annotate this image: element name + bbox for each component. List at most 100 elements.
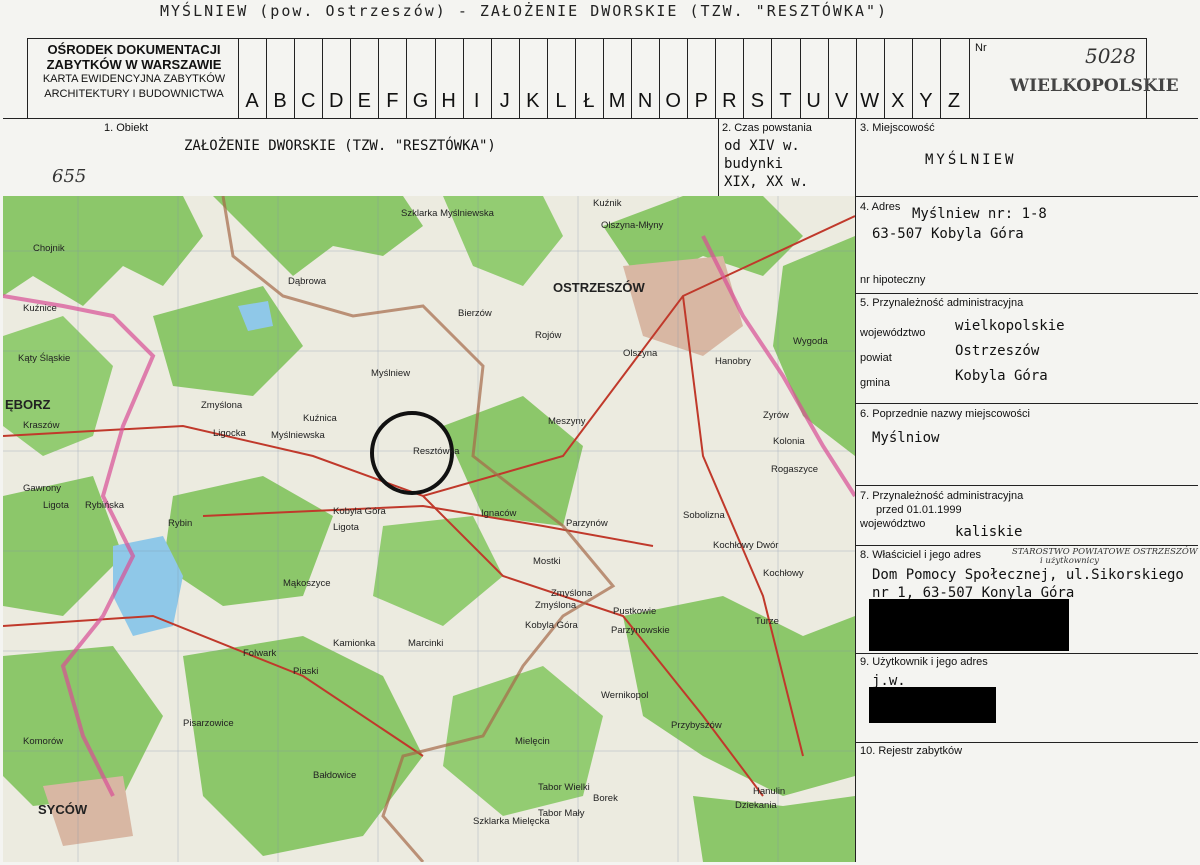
divider-5: [855, 293, 1198, 294]
map-place-label: Ligota: [43, 500, 70, 511]
letter-index-21: V: [834, 90, 849, 112]
letter-index-17: R: [722, 90, 737, 112]
poprzednie-value: Myślniow: [872, 430, 940, 446]
map-place-label: Kochłowy: [763, 568, 804, 579]
map-place-label: Kolonia: [773, 436, 805, 447]
map-place-label: Rojów: [535, 330, 562, 341]
wlasciciel-line-1: Dom Pomocy Społecznej, ul.Sikorskiego: [872, 567, 1184, 583]
adres-label: 4. Adres: [860, 201, 901, 213]
adres-line-1: Myślniew nr: 1-8: [912, 206, 1047, 222]
przynaleznosc-label: 5. Przynależność administracyjna: [860, 297, 1024, 309]
letter-index-16: P: [694, 90, 708, 112]
map-place-label: Zyrów: [763, 410, 789, 421]
divider-4: [855, 196, 1198, 197]
divider-8: [855, 545, 1198, 546]
divider-9: [855, 653, 1198, 654]
letter-index-25: Z: [947, 90, 961, 112]
topographic-map: Szklarka Myślniewska Kuźnik Olszyna-Młyny O…: [3, 196, 855, 862]
letter-index-14: N: [637, 90, 653, 112]
redaction-block-2: [869, 687, 996, 723]
letter-index-23: X: [891, 90, 905, 112]
letter-index-19: T: [779, 90, 792, 112]
nr-label: Nr: [975, 42, 987, 54]
rejestr-label: 10. Rejestr zabytków: [860, 745, 963, 757]
map-place-label: Bałdowice: [313, 770, 356, 781]
letter-index-3: D: [329, 90, 344, 112]
map-place-label: Myślniewska: [271, 430, 326, 441]
przed-date: przed 01.01.1999: [876, 504, 962, 516]
map-place-label: Folwark: [243, 648, 277, 659]
map-place-label: Kochłowy Dwór: [713, 540, 778, 551]
map-place-label: Pisarzowice: [183, 718, 234, 729]
map-place-label: Szklarka Mielęcka: [473, 816, 550, 827]
map-place-label: Bierzów: [458, 308, 492, 319]
wojewodztwo-label: województwo: [860, 327, 926, 339]
divider-7: [855, 485, 1198, 486]
map-place-label: Zmyślona: [535, 600, 577, 611]
adres-line-2: 63-507 Kobyla Góra: [872, 226, 1024, 242]
wlasciciel-label: 8. Właściciel i jego adres: [860, 549, 982, 561]
map-place-label: Resztówka: [413, 446, 460, 457]
map-place-label: Dąbrowa: [288, 276, 327, 287]
obiekt-label: 1. Obiekt: [104, 122, 149, 134]
map-place-label: Myślniew: [371, 368, 410, 379]
wojewodztwo-value: wielkopolskie: [955, 318, 1065, 334]
poprzednie-label: 6. Poprzednie nazwy miejscowości: [860, 408, 1030, 420]
letter-index-10: K: [526, 90, 540, 112]
divider-obiekt-czas: [718, 118, 719, 196]
map-place-label: Przybyszów: [671, 720, 722, 731]
czas-label: 2. Czas powstania: [722, 122, 812, 134]
map-place-label: Kuźnik: [593, 198, 622, 209]
map-place-label: Kuźnice: [23, 303, 57, 314]
org-line-1: OŚRODEK DOKUMENTACJI: [47, 42, 221, 57]
letter-index-2: C: [300, 90, 316, 112]
map-place-label: Kobyla Góra: [333, 506, 387, 517]
map-place-label: Ignaców: [481, 508, 517, 519]
letter-index-4: E: [357, 90, 371, 112]
org-line-3: KARTA EWIDENCYJNA ZABYTKÓW: [42, 73, 226, 85]
letter-index-11: L: [555, 90, 567, 112]
letter-index-18: S: [750, 90, 765, 112]
map-place-label: Zmyślona: [551, 588, 593, 599]
map-place-label: Ligocka: [213, 428, 246, 439]
wojewodztwo-przed-value: kaliskie: [955, 524, 1023, 540]
wlasciciel-handwritten-2: i użytkownicy: [1040, 556, 1099, 566]
map-place-label: Olszyna: [623, 348, 658, 359]
map-place-label: Hanobry: [715, 356, 751, 367]
map-place-label: Turze: [755, 616, 779, 627]
map-place-label: Chojnik: [33, 243, 65, 254]
divider-6: [855, 403, 1198, 404]
map-place-label: Kuźnica: [303, 413, 338, 424]
map-place-label: Kraszów: [23, 420, 60, 431]
map-place-label: Kamionka: [333, 638, 376, 649]
map-place-label: Sobolizna: [683, 510, 725, 521]
map-place-label: Parzynów: [566, 518, 608, 529]
nr-box-top-line: [970, 38, 1147, 39]
organization-block: OŚRODEK DOKUMENTACJI ZABYTKÓW W WARSZAWI…: [28, 42, 240, 102]
nr-box-left-line: [969, 38, 970, 118]
map-place-label: ĘBORZ: [5, 397, 51, 412]
map-place-label: OSTRZESZÓW: [553, 280, 645, 295]
przynaleznosc-przed-label: 7. Przynależność administracyjna: [860, 490, 1024, 502]
powiat-label: powiat: [860, 352, 892, 364]
map-place-label: Wygoda: [793, 336, 828, 347]
nr-value: 5028: [1085, 44, 1136, 68]
gmina-label: gmina: [860, 377, 890, 389]
map-place-label: Rybińska: [85, 500, 125, 511]
letter-index-row: ABCDEFGHIJKLŁMNOPRSTUVWXYZ: [238, 38, 968, 118]
letter-index-8: I: [473, 90, 480, 112]
map-place-label: Rybin: [168, 518, 192, 529]
letter-index-5: F: [386, 90, 399, 112]
map-place-label: Meszyny: [548, 416, 586, 427]
map-place-label: Tabor Wielki: [538, 782, 590, 793]
letter-index-0: A: [245, 90, 259, 112]
map-image: Szklarka Myślniewska Kuźnik Olszyna-Młyny O…: [3, 196, 855, 862]
divider-right-column: [855, 118, 856, 862]
obiekt-value: ZAŁOŻENIE DWORSKIE (TZW. "RESZTÓWKA"): [184, 138, 496, 154]
map-place-label: Mielęcin: [515, 736, 550, 747]
map-place-label: Zmyślona: [201, 400, 243, 411]
letter-index-15: O: [665, 90, 681, 112]
map-place-label: Rogaszyce: [771, 464, 818, 475]
letter-index-13: M: [608, 90, 626, 112]
redaction-block: [869, 599, 1069, 651]
